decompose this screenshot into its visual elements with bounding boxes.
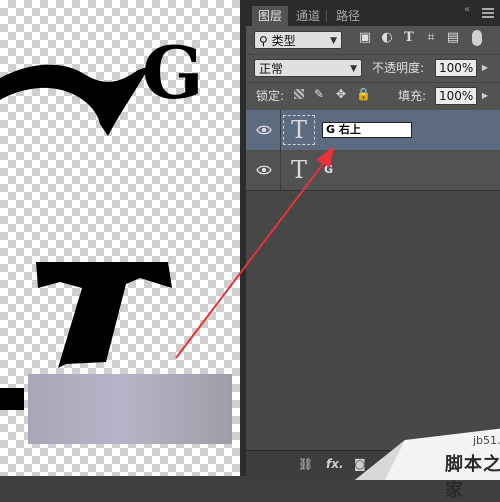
search-icon: ⚲ xyxy=(259,34,268,48)
eye-visibility-icon[interactable] xyxy=(256,163,272,177)
layer-name[interactable]: G xyxy=(324,163,333,176)
fill-label: 填充: xyxy=(398,89,427,103)
adjustment-filter-icon[interactable]: ◐ xyxy=(380,31,394,45)
glyph-big-t xyxy=(36,262,172,368)
fx-button[interactable]: fx. xyxy=(326,457,344,471)
type-filter-icon[interactable]: T xyxy=(402,31,416,45)
panel-tab-bar: 图层 通道 路径 « xyxy=(246,0,500,26)
chevron-down-icon: ▼ xyxy=(330,36,337,46)
chevron-down-icon: ▼ xyxy=(350,64,357,74)
opacity-input[interactable]: 100% xyxy=(435,59,477,77)
column-divider xyxy=(280,110,281,150)
lock-transparency-icon[interactable] xyxy=(294,89,304,99)
lock-position-move-icon[interactable]: ✥ xyxy=(334,87,348,101)
layer-row[interactable]: T G 右上 xyxy=(246,110,500,151)
glyph-swash xyxy=(0,64,150,136)
tab-layers[interactable]: 图层 xyxy=(252,6,289,26)
glyph-small-g: G xyxy=(142,30,204,115)
watermark: jb51.net 脚本之家 xyxy=(345,428,500,501)
lock-pixels-brush-icon[interactable]: ✎ xyxy=(312,87,326,101)
lock-all-padlock-icon[interactable]: 🔒 xyxy=(356,87,371,101)
column-divider xyxy=(280,150,281,190)
link-layers-icon[interactable]: ⛓ xyxy=(298,457,313,471)
filter-kind-label: 类型 xyxy=(271,34,296,48)
blurred-region xyxy=(28,374,232,444)
fill-input[interactable]: 100% xyxy=(435,87,477,105)
tab-divider xyxy=(326,10,327,22)
eye-visibility-icon[interactable] xyxy=(256,123,272,137)
tab-channels[interactable]: 通道 xyxy=(290,6,326,26)
glyph-fragment xyxy=(0,388,24,410)
layer-row[interactable]: T G xyxy=(246,150,500,191)
collapse-arrows-icon[interactable]: « xyxy=(464,4,470,15)
text-layer-thumbnail-icon[interactable]: T xyxy=(284,156,314,184)
fill-arrow-icon[interactable]: ▶ xyxy=(480,87,490,105)
shape-filter-icon[interactable]: ⌗ xyxy=(424,31,438,45)
watermark-text: 脚本之家 xyxy=(445,454,500,501)
layers-panel: 图层 通道 路径 « ⚲ 类型 ▼ ▣ ◐ T ⌗ ▤ 正常 ▼ 不透明度: 1… xyxy=(246,0,500,477)
blend-row: 正常 ▼ 不透明度: 100% ▶ xyxy=(246,54,500,83)
opacity-arrow-icon[interactable]: ▶ xyxy=(480,59,490,77)
text-layer-thumbnail-icon[interactable]: T xyxy=(283,115,315,145)
blend-mode-dropdown[interactable]: 正常 ▼ xyxy=(254,59,362,77)
layer-name-edit-field[interactable]: G 右上 xyxy=(322,122,412,138)
filter-row: ⚲ 类型 ▼ xyxy=(246,26,500,55)
lock-row: 锁定: 100% 填充: ▶ xyxy=(246,82,500,111)
opacity-label: 不透明度: xyxy=(372,61,425,75)
filter-kind-dropdown[interactable]: ⚲ 类型 ▼ xyxy=(254,31,342,49)
smart-object-filter-icon[interactable]: ▤ xyxy=(446,31,460,45)
tab-paths[interactable]: 路径 xyxy=(330,6,366,26)
panel-menu-icon[interactable] xyxy=(482,8,494,20)
layers-list: T G 右上 T G xyxy=(246,110,500,450)
pixel-filter-icon[interactable]: ▣ xyxy=(358,31,372,45)
lock-label: 锁定: xyxy=(256,89,285,103)
filter-toggle-icon[interactable] xyxy=(472,30,482,46)
document-canvas[interactable]: G xyxy=(0,0,240,476)
watermark-url: jb51.net xyxy=(473,434,500,447)
blend-mode-value: 正常 xyxy=(259,62,284,76)
